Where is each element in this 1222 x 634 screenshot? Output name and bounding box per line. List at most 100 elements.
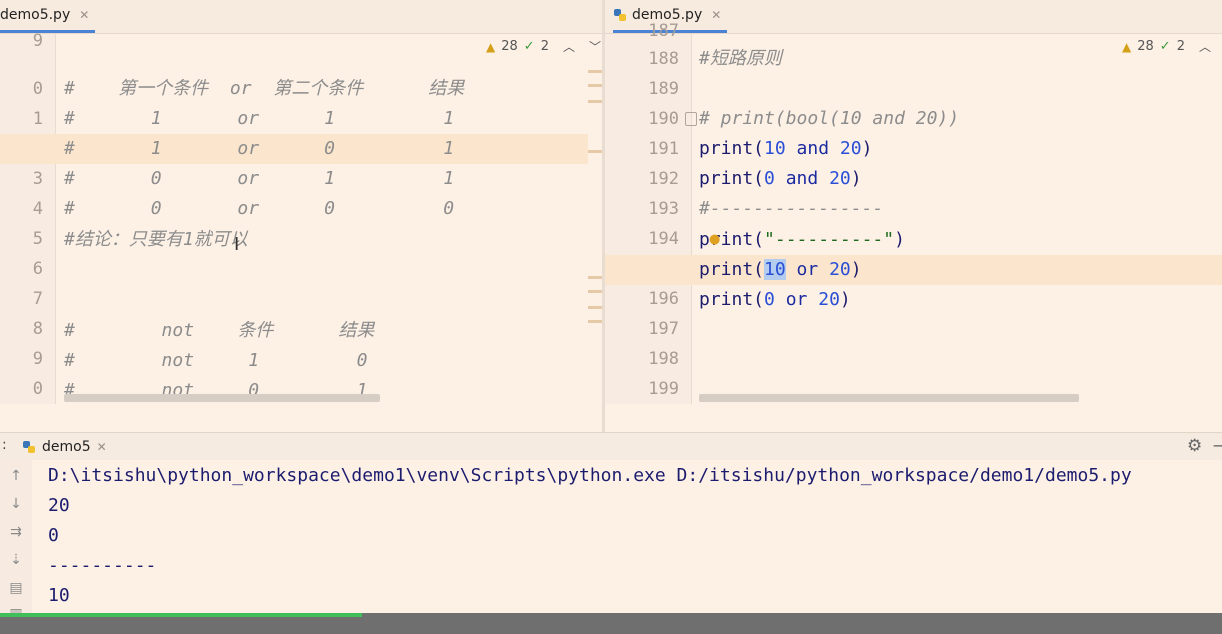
line-number: 5	[32, 229, 43, 249]
chevron-up-icon[interactable]: ︿	[563, 38, 575, 55]
code-line-195[interactable]: print(10 or 20)	[699, 255, 862, 285]
fold-marker-icon[interactable]	[685, 112, 697, 126]
close-icon[interactable]: ✕	[711, 8, 721, 22]
check-icon: ✓	[1159, 39, 1171, 54]
code-token: 0	[764, 168, 775, 189]
code-token: and	[774, 168, 830, 189]
code-line-191[interactable]: print(10 and 20)	[699, 134, 872, 164]
line-number: 7	[32, 289, 43, 309]
code-token: print(	[699, 289, 765, 310]
line-number: 0	[32, 79, 43, 99]
left-tab-label: demo5.py	[0, 7, 71, 23]
arrow-up-icon[interactable]: ↑	[8, 468, 24, 484]
print-icon[interactable]: ▤	[8, 580, 24, 596]
error-stripe-mark[interactable]	[588, 320, 602, 323]
line-number: 1	[32, 109, 43, 129]
close-icon[interactable]: ✕	[79, 8, 89, 22]
check-icon: ✓	[523, 39, 535, 54]
error-stripe-mark[interactable]	[588, 150, 602, 153]
run-console[interactable]: ↑ ↓ ⇉ ⇣ ▤ ▥ D:\itsishu\python_workspace\…	[0, 460, 1222, 613]
line-number: 188	[648, 49, 679, 69]
code-token: print(	[699, 168, 765, 189]
code-line[interactable]: # not 条件 结果	[64, 316, 374, 346]
right-gutter: 187 188 189 190 191 192 193 194 195 196 …	[605, 21, 691, 404]
left-gutter: 9 0 1 2 3 4 5 6 7 8 9 0	[0, 31, 55, 404]
code-line[interactable]: # 1 or 0 1	[64, 134, 454, 164]
code-token: )	[839, 289, 851, 310]
left-editor-pane[interactable]: demo5.py ✕ 9 0 1 2 3 4 5 6 7 8 9 0 ▲ 28 …	[0, 0, 602, 432]
left-inspections-widget[interactable]: ▲ 28 ✓ 2 ︿ ﹀	[486, 38, 601, 55]
console-output-line: 20	[48, 495, 70, 516]
lightbulb-icon[interactable]: ●	[709, 232, 720, 247]
arrow-down-icon[interactable]: ↓	[8, 496, 24, 512]
left-horizontal-scrollbar[interactable]	[64, 394, 380, 402]
caret-line-highlight	[605, 255, 1222, 285]
line-number: 191	[648, 139, 679, 159]
code-line-194[interactable]: print("----------")	[699, 225, 905, 255]
line-number: 190	[648, 109, 679, 129]
progress-bar	[0, 613, 362, 617]
error-stripe-mark[interactable]	[588, 276, 602, 279]
ok-count: 2	[1176, 39, 1185, 54]
code-token: "----------"	[764, 229, 895, 250]
code-line[interactable]: # 1 or 1 1	[64, 104, 454, 134]
error-stripe-mark[interactable]	[588, 84, 602, 87]
right-editor-pane[interactable]: demo5.py ✕ 187 188 189 190 191 192 193 1…	[605, 0, 1222, 432]
chevron-up-icon[interactable]: ︿	[1199, 38, 1211, 55]
right-tab-bar: demo5.py ✕	[605, 0, 1222, 34]
right-inspections-widget[interactable]: ▲ 28 ✓ 2 ︿	[1122, 38, 1211, 55]
console-output-line: 0	[48, 525, 59, 546]
line-number: 6	[32, 259, 43, 279]
line-number: 9	[32, 31, 43, 51]
line-number: 187	[648, 21, 679, 41]
code-line[interactable]: # 0 or 0 0	[64, 194, 454, 224]
line-number: 4	[32, 199, 43, 219]
code-line-193[interactable]: #----------------	[699, 194, 883, 224]
code-line-192[interactable]: print(0 and 20)	[699, 164, 862, 194]
run-toolbar: ↑ ↓ ⇉ ⇣ ▤ ▥	[0, 460, 32, 613]
gear-icon[interactable]: ⚙	[1187, 436, 1202, 456]
error-stripe-mark[interactable]	[588, 70, 602, 73]
code-line-196[interactable]: print(0 or 20)	[699, 285, 851, 315]
line-number: 3	[32, 169, 43, 189]
line-number: 198	[648, 349, 679, 369]
code-token: )	[861, 138, 873, 159]
code-token: 20	[829, 259, 851, 280]
code-line[interactable]: #结论：只要有1就可以	[64, 225, 248, 255]
error-stripe-mark[interactable]	[588, 100, 602, 103]
code-token: print(	[699, 138, 765, 159]
scroll-to-end-icon[interactable]: ⇣	[8, 552, 24, 568]
line-number: 192	[648, 169, 679, 189]
code-token: 20	[839, 138, 862, 159]
code-line[interactable]: # 0 or 1 1	[64, 164, 454, 194]
code-token: )	[850, 168, 862, 189]
code-line[interactable]: # not 1 0	[64, 346, 367, 376]
minimize-icon[interactable]: −	[1212, 436, 1222, 455]
soft-wrap-icon[interactable]: ⇉	[8, 524, 24, 540]
run-tab-label: demo5	[42, 438, 91, 455]
code-token: 0	[764, 289, 775, 310]
code-token: )	[850, 259, 862, 280]
code-line-190[interactable]: # print(bool(10 and 20))	[699, 104, 959, 134]
close-icon[interactable]: ✕	[97, 440, 107, 454]
line-number: 194	[648, 229, 679, 249]
code-line-188[interactable]: #短路原则	[699, 44, 782, 74]
error-stripe-mark[interactable]	[588, 306, 602, 309]
error-stripe-mark[interactable]	[588, 290, 602, 293]
status-bar	[0, 613, 1222, 634]
console-output-line: ----------	[48, 555, 157, 576]
line-number: 8	[32, 319, 43, 339]
line-number: 189	[648, 79, 679, 99]
console-command-line: D:\itsishu\python_workspace\demo1\venv\S…	[48, 465, 1132, 486]
right-horizontal-scrollbar[interactable]	[699, 394, 1079, 402]
run-tab-demo5[interactable]: demo5 ✕	[22, 433, 107, 460]
code-token: or	[774, 289, 819, 310]
trash-icon[interactable]: ▥	[8, 606, 24, 613]
python-file-icon	[22, 440, 36, 454]
warning-count: 28	[501, 39, 518, 54]
code-line[interactable]: # 第一个条件 or 第二个条件 结果	[64, 74, 464, 104]
warning-count: 28	[1137, 39, 1154, 54]
run-panel-header: : demo5 ✕ ⚙ −	[0, 432, 1222, 461]
chevron-down-icon[interactable]: ﹀	[589, 38, 601, 55]
code-token: and	[785, 138, 840, 159]
